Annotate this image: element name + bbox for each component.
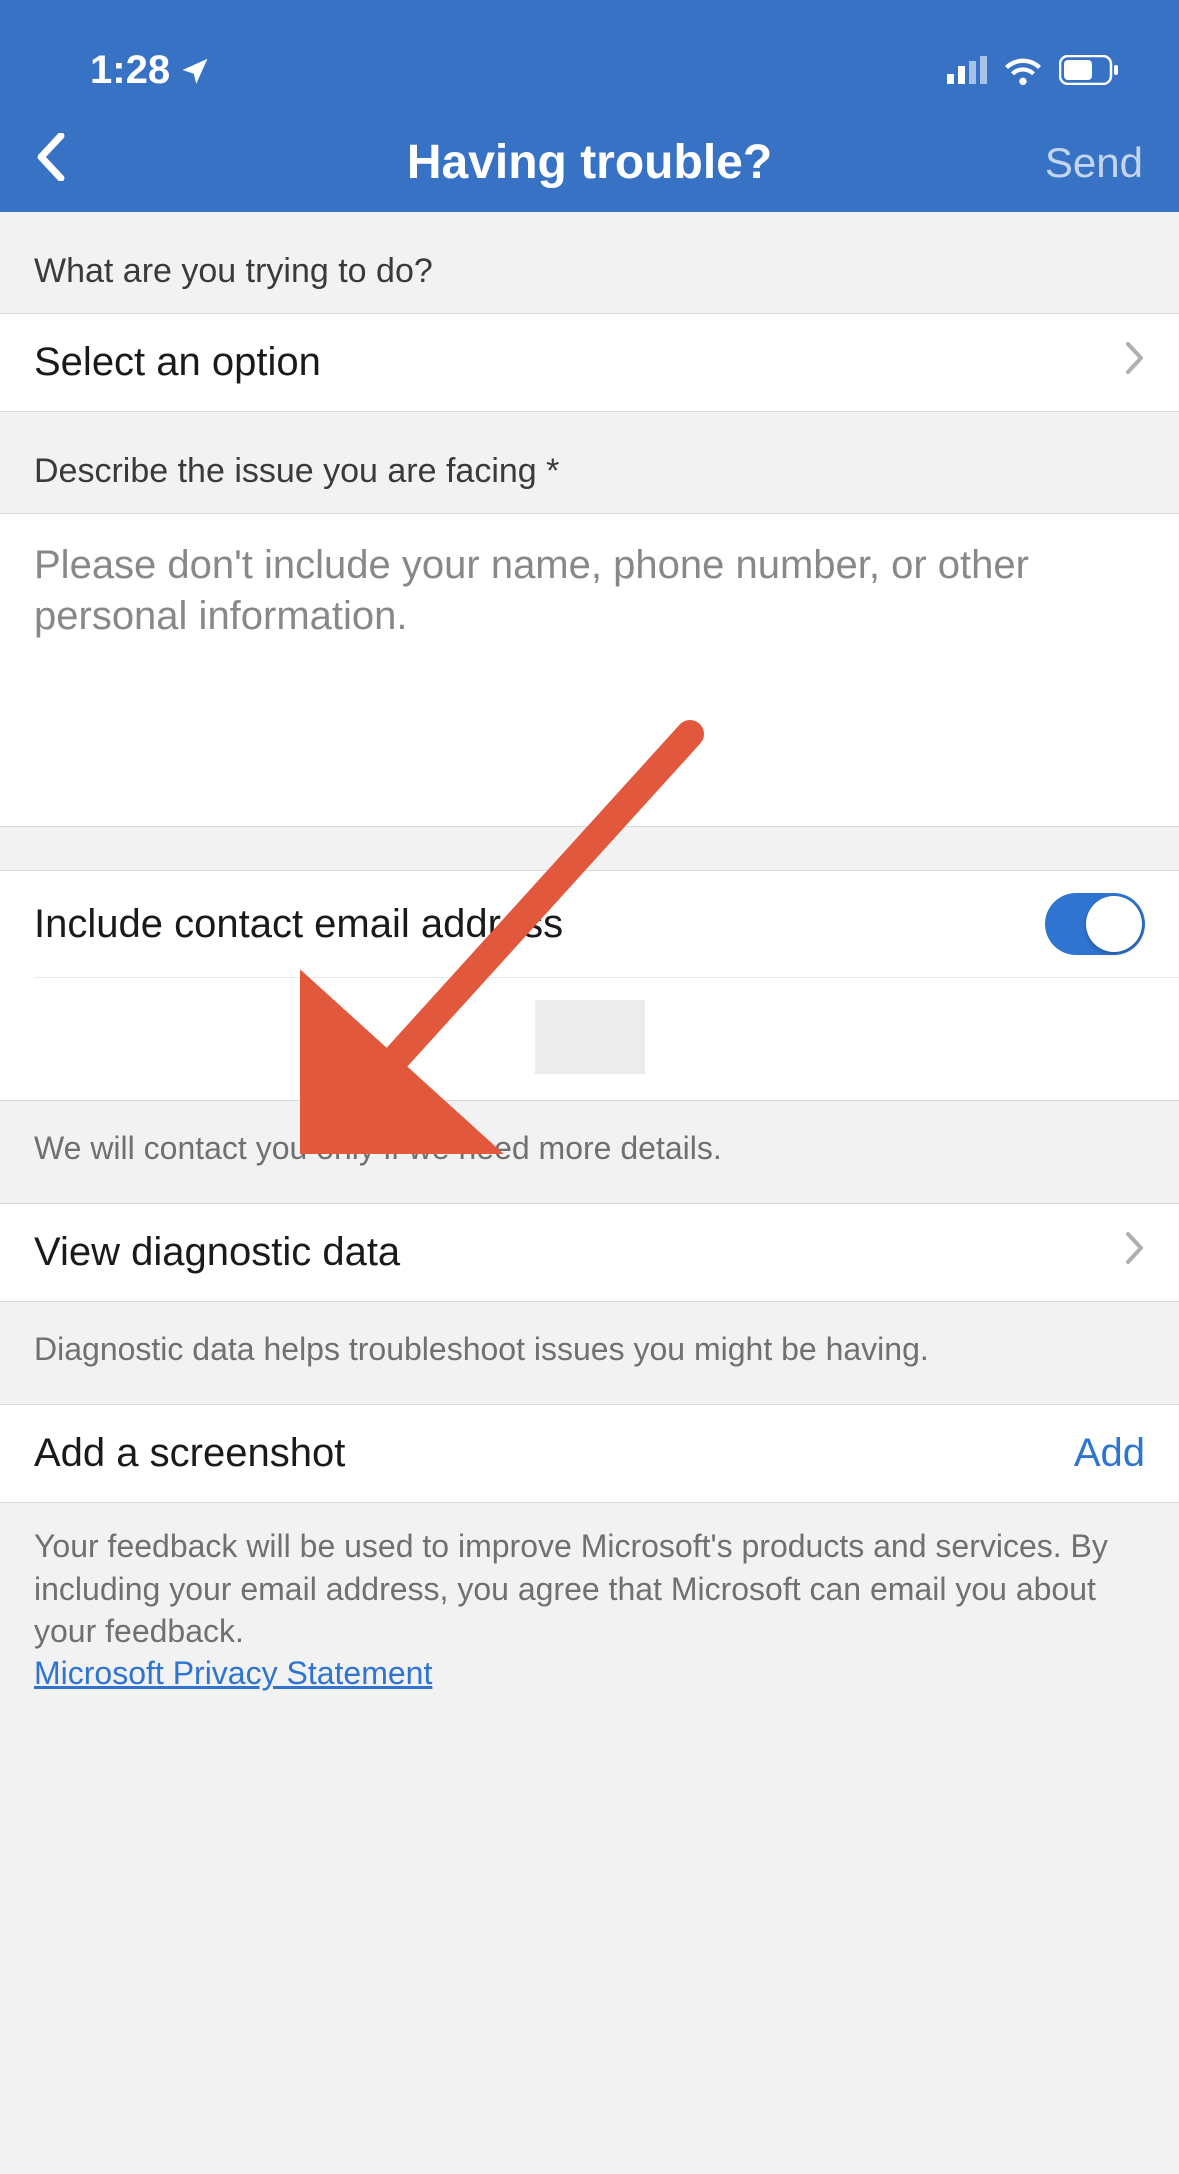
location-icon [180, 55, 210, 85]
status-time: 1:28 [90, 48, 170, 93]
app-header: 1:28 [0, 0, 1179, 212]
section-label-what: What are you trying to do? [0, 212, 1179, 313]
chevron-right-icon [1125, 1230, 1145, 1275]
email-footer-note: We will contact you only if we need more… [0, 1101, 1179, 1203]
include-email-row: Include contact email address [0, 871, 1179, 977]
feedback-footer: Your feedback will be used to improve Mi… [0, 1503, 1179, 1704]
select-option-value: Select an option [34, 340, 321, 385]
chevron-right-icon [1125, 340, 1145, 385]
view-diagnostic-row[interactable]: View diagnostic data [0, 1203, 1179, 1302]
feedback-footer-text: Your feedback will be used to improve Mi… [34, 1528, 1108, 1648]
email-group: Include contact email address [0, 871, 1179, 1101]
add-screenshot-row: Add a screenshot Add [0, 1404, 1179, 1503]
status-bar: 1:28 [0, 0, 1179, 100]
nav-bar: Having trouble? Send [0, 133, 1179, 192]
email-redacted [535, 1000, 645, 1074]
section-gap [0, 827, 1179, 871]
view-diagnostic-label: View diagnostic data [34, 1230, 400, 1275]
email-value-row[interactable] [0, 978, 1179, 1100]
section-label-describe: Describe the issue you are facing * [0, 412, 1179, 513]
page-title: Having trouble? [407, 135, 772, 190]
include-email-label: Include contact email address [34, 902, 563, 947]
privacy-statement-link[interactable]: Microsoft Privacy Statement [34, 1655, 432, 1691]
wifi-icon [1003, 55, 1043, 85]
add-screenshot-label: Add a screenshot [34, 1431, 345, 1476]
issue-description-placeholder: Please don't include your name, phone nu… [34, 540, 1145, 642]
cell-signal-icon [947, 56, 987, 84]
battery-icon [1059, 55, 1119, 85]
include-email-toggle[interactable] [1045, 893, 1145, 955]
back-button[interactable] [36, 133, 66, 192]
add-screenshot-button[interactable]: Add [1074, 1431, 1145, 1476]
send-button[interactable]: Send [1045, 139, 1143, 187]
toggle-knob [1086, 896, 1142, 952]
select-option-row[interactable]: Select an option [0, 313, 1179, 412]
diagnostic-footer-note: Diagnostic data helps troubleshoot issue… [0, 1302, 1179, 1404]
issue-description-field[interactable]: Please don't include your name, phone nu… [0, 513, 1179, 827]
